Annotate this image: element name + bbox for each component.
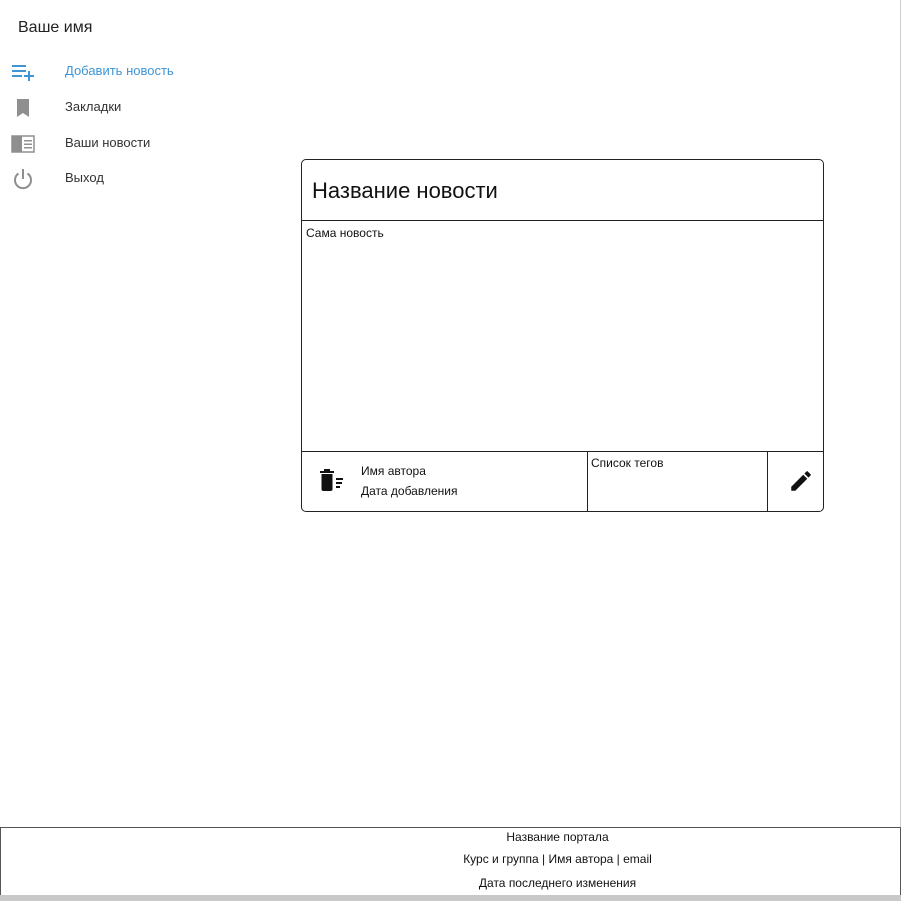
power-icon bbox=[14, 169, 32, 190]
footer-last-modified: Дата последнего изменения bbox=[478, 876, 637, 890]
sidebar-item-label: Выход bbox=[65, 170, 104, 185]
sidebar-item-label: Закладки bbox=[65, 99, 122, 114]
divider bbox=[302, 451, 823, 452]
sidebar-item-bookmarks[interactable]: Закладки bbox=[0, 92, 240, 122]
footer-credits: Курс и группа | Имя автора | email bbox=[463, 852, 652, 866]
news-author: Имя автора bbox=[361, 464, 426, 478]
sidebar-item-exit[interactable]: Выход bbox=[0, 163, 240, 193]
pencil-icon[interactable] bbox=[788, 468, 814, 494]
scrollbar[interactable] bbox=[0, 895, 901, 901]
news-tags: Список тегов bbox=[591, 456, 664, 470]
news-date-added: Дата добавления bbox=[361, 484, 458, 498]
sidebar-item-label: Ваши новости bbox=[65, 135, 151, 150]
footer-portal-name: Название портала bbox=[506, 830, 609, 844]
news-card: Название новости Сама новость Имя автора… bbox=[301, 159, 824, 512]
delete-sweep-icon[interactable] bbox=[320, 469, 346, 493]
divider bbox=[302, 220, 823, 221]
sidebar-item-label: Добавить новость bbox=[65, 63, 174, 78]
divider bbox=[587, 451, 588, 511]
sidebar-item-your-news[interactable]: Ваши новости bbox=[0, 128, 240, 158]
playlist-add-icon bbox=[12, 65, 34, 81]
news-title: Название новости bbox=[312, 178, 498, 203]
sidebar-item-add-news[interactable]: Добавить новость bbox=[0, 56, 240, 86]
bookmark-icon bbox=[17, 99, 29, 117]
news-body: Сама новость bbox=[306, 226, 384, 240]
newspaper-icon bbox=[11, 135, 35, 153]
user-name: Ваше имя bbox=[18, 19, 93, 36]
divider bbox=[767, 451, 768, 511]
page-footer: Название портала Курс и группа | Имя авт… bbox=[0, 827, 901, 896]
